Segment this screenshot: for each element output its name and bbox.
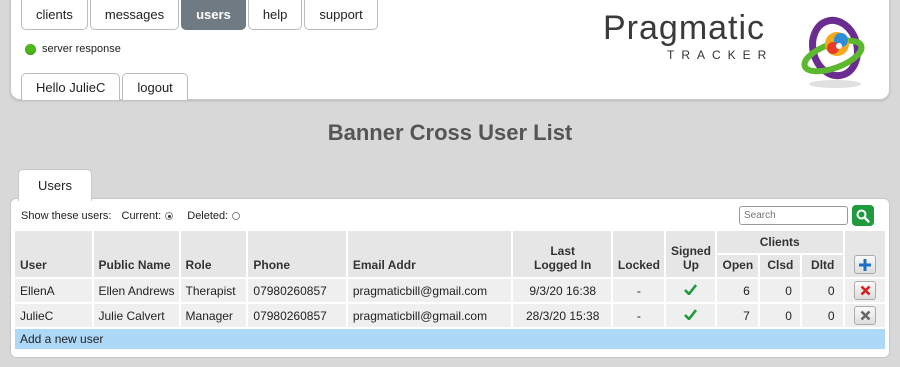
cell-clsd: 0 xyxy=(759,279,802,304)
cell-open: 7 xyxy=(716,304,760,329)
check-icon xyxy=(684,283,698,296)
deleted-radio[interactable] xyxy=(232,212,241,220)
cell-signed-up xyxy=(665,304,717,329)
col-header-signed-up[interactable]: Signed Up xyxy=(665,231,717,279)
users-panel: Show these users: Current: Deleted: User… xyxy=(10,198,890,358)
header-card: clients messages users help support serv… xyxy=(10,0,890,100)
cell-email: pragmaticbill@gmail.com xyxy=(347,304,514,329)
col-header-user[interactable]: User xyxy=(15,231,94,279)
nav-tab-users[interactable]: users xyxy=(181,0,246,30)
col-header-locked[interactable]: Locked xyxy=(612,231,666,279)
server-status-label: server response xyxy=(42,43,121,55)
cell-open: 6 xyxy=(716,279,760,304)
cell-public-name: Julie Calvert xyxy=(93,304,181,329)
add-user-button[interactable] xyxy=(854,255,877,274)
nav-tab-messages[interactable]: messages xyxy=(89,0,180,30)
nav-tab-clients[interactable]: clients xyxy=(21,0,88,30)
cell-phone: 07980260857 xyxy=(248,304,348,329)
filter-label: Show these users: xyxy=(21,210,112,222)
cell-user: EllenA xyxy=(15,279,94,304)
last-logged-line2: Logged In xyxy=(534,258,592,272)
col-header-email[interactable]: Email Addr xyxy=(347,231,514,279)
search-icon xyxy=(856,209,870,223)
cell-action xyxy=(844,304,887,329)
signed-line1: Signed xyxy=(670,244,711,258)
cell-locked: - xyxy=(612,304,666,329)
tab-users[interactable]: Users xyxy=(18,169,92,201)
server-status: server response xyxy=(25,43,121,55)
cell-dltd: 0 xyxy=(801,304,845,329)
deleted-label: Deleted: xyxy=(187,210,229,222)
add-new-user-link[interactable]: Add a new user xyxy=(15,329,887,351)
delete-x-icon xyxy=(860,285,871,296)
check-icon xyxy=(684,308,698,321)
col-header-clsd[interactable]: Clsd xyxy=(759,255,802,279)
cell-last-logged: 9/3/20 16:38 xyxy=(513,279,613,304)
nav-tab-help[interactable]: help xyxy=(247,0,303,30)
logo-swirl-icon xyxy=(801,16,865,88)
table-row[interactable]: EllenA Ellen Andrews Therapist 079802608… xyxy=(15,279,887,304)
cell-locked: - xyxy=(612,279,666,304)
delete-x-icon xyxy=(860,310,871,321)
logo-wordmark: Pragmatic xyxy=(603,9,766,47)
delete-user-button[interactable] xyxy=(854,306,877,325)
last-logged-line1: Last xyxy=(550,244,576,258)
page-title: Banner Cross User List xyxy=(327,120,573,145)
col-header-role[interactable]: Role xyxy=(180,231,249,279)
add-user-cell xyxy=(844,231,887,279)
col-header-phone[interactable]: Phone xyxy=(248,231,348,279)
cell-signed-up xyxy=(665,279,717,304)
user-filter: Show these users: Current: Deleted: xyxy=(21,210,241,222)
add-new-user-row[interactable]: Add a new user xyxy=(15,329,887,351)
search-input[interactable] xyxy=(739,206,848,225)
cell-action xyxy=(844,279,887,304)
col-header-open[interactable]: Open xyxy=(716,255,760,279)
cell-email: pragmaticbill@gmail.com xyxy=(347,279,514,304)
plus-icon xyxy=(859,258,872,271)
search-button[interactable] xyxy=(852,205,874,226)
col-header-dltd[interactable]: Dltd xyxy=(801,255,845,279)
main-nav: clients messages users help support xyxy=(21,0,378,30)
col-header-clients: Clients xyxy=(716,231,845,255)
cell-phone: 07980260857 xyxy=(248,279,348,304)
logout-tab[interactable]: logout xyxy=(122,73,188,100)
current-label: Current: xyxy=(121,210,162,222)
cell-user: JulieC xyxy=(15,304,94,329)
cell-last-logged: 28/3/20 15:38 xyxy=(513,304,613,329)
col-header-public-name[interactable]: Public Name xyxy=(93,231,181,279)
current-radio[interactable] xyxy=(165,212,174,220)
signed-line2: Up xyxy=(682,258,699,272)
cell-dltd: 0 xyxy=(801,279,845,304)
delete-user-button[interactable] xyxy=(854,281,877,300)
table-row[interactable]: JulieC Julie Calvert Manager 07980260857… xyxy=(15,304,887,329)
server-status-indicator xyxy=(25,43,36,55)
cell-clsd: 0 xyxy=(759,304,802,329)
pragmatic-tracker-logo: Pragmatic TRACKER xyxy=(603,6,873,96)
logo-subtitle: TRACKER xyxy=(667,48,774,62)
cell-role: Manager xyxy=(180,304,249,329)
user-tabs: Hello JulieC logout xyxy=(21,73,188,100)
nav-tab-support[interactable]: support xyxy=(304,0,378,30)
cell-role: Therapist xyxy=(180,279,249,304)
cell-public-name: Ellen Andrews xyxy=(93,279,181,304)
col-header-last-logged-in[interactable]: Last Logged In xyxy=(513,231,613,279)
users-table: User Public Name Role Phone Email Addr L… xyxy=(15,231,887,351)
greeting-tab[interactable]: Hello JulieC xyxy=(21,73,121,100)
